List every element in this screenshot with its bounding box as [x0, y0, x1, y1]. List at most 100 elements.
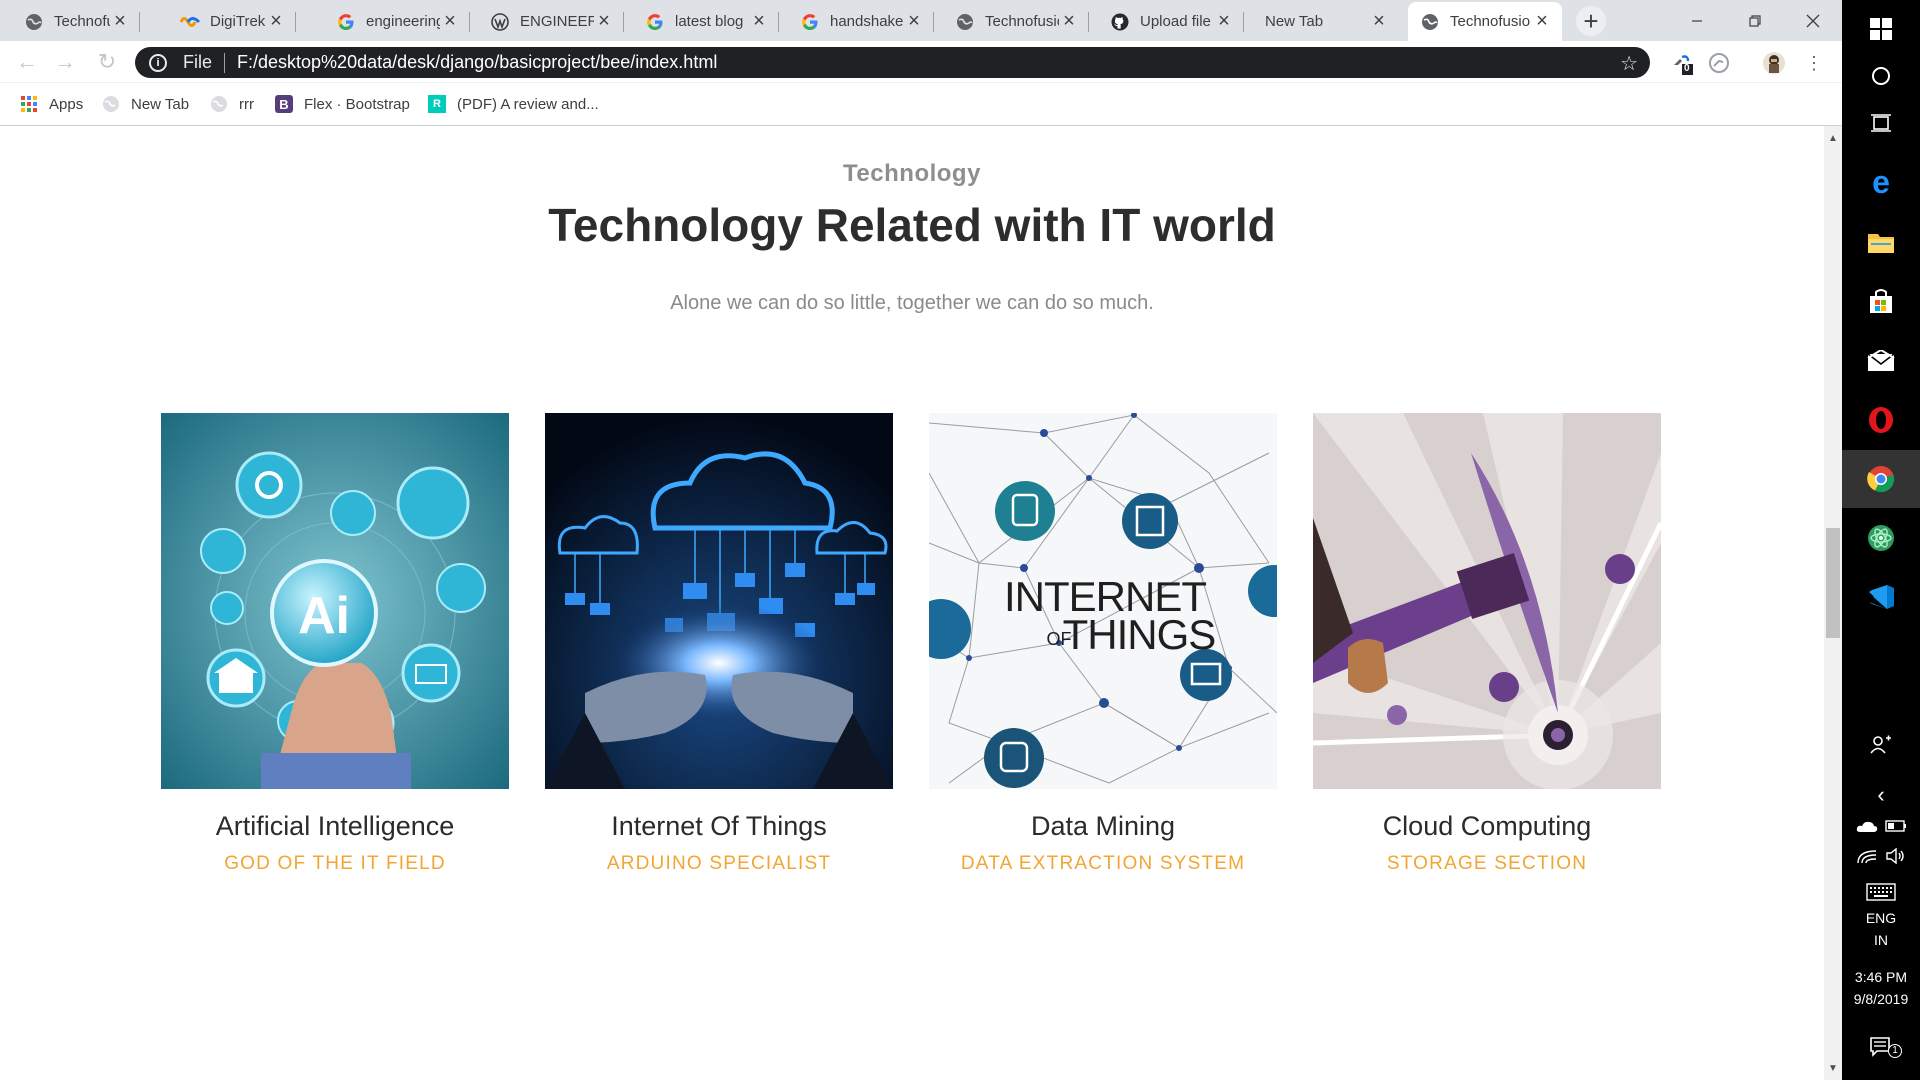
extension-2-button[interactable] — [1705, 49, 1733, 77]
close-icon[interactable]: × — [594, 10, 614, 32]
extension-button[interactable]: 0 — [1668, 49, 1696, 77]
taskbar-chrome[interactable] — [1842, 450, 1920, 508]
wordpress-icon — [490, 12, 510, 32]
scroll-down-icon[interactable]: ▼ — [1828, 1064, 1838, 1074]
cortana-icon — [1872, 67, 1890, 85]
tab-technofusion-active[interactable]: Technofusio × — [1408, 2, 1562, 41]
taskbar-file-explorer[interactable] — [1842, 213, 1920, 271]
input-language-line2[interactable]: IN — [1842, 930, 1920, 951]
address-divider — [224, 52, 226, 73]
close-icon[interactable]: × — [749, 10, 769, 32]
tab-technofusion-1[interactable]: Technofusion × — [12, 2, 140, 41]
close-icon[interactable]: × — [1059, 10, 1079, 32]
tab-title: handshake — [830, 13, 904, 30]
taskbar-vscode[interactable] — [1842, 568, 1920, 626]
ai-badge-text: Ai — [298, 587, 350, 645]
card-cloud-computing[interactable]: Cloud Computing STORAGE SECTION — [1313, 413, 1661, 875]
taskbar-edge[interactable]: e — [1842, 154, 1920, 212]
avatar — [1763, 52, 1785, 74]
tab-handshake[interactable]: handshake × — [788, 2, 934, 41]
tab-upload-file[interactable]: Upload file × — [1098, 2, 1244, 41]
volume-icon[interactable] — [1885, 848, 1906, 864]
profile-avatar[interactable] — [1760, 49, 1788, 77]
bookmark-star-icon[interactable]: ☆ — [1620, 51, 1638, 76]
tab-strip: Technofusion × DigiTrek - A × engineerin… — [0, 0, 1842, 41]
vscode-icon — [1869, 585, 1894, 609]
tab-title: ENGINEERI — [520, 13, 594, 30]
forward-button[interactable]: → — [50, 47, 80, 77]
globe-icon — [955, 12, 975, 32]
iot-text-line2: THINGS — [1063, 611, 1216, 658]
tab-latest-blog[interactable]: latest blog × — [633, 2, 779, 41]
mail-icon — [1867, 350, 1895, 371]
digitrek-icon — [180, 12, 200, 32]
scroll-up-icon[interactable]: ▲ — [1828, 134, 1838, 144]
tab-new-tab[interactable]: New Tab × — [1253, 2, 1399, 41]
battery-icon[interactable] — [1884, 820, 1907, 832]
google-icon — [645, 12, 665, 32]
new-tab-button[interactable]: + — [1576, 6, 1606, 36]
card-artificial-intelligence[interactable]: Ai Artificial Intelligence GOD OF THE IT… — [161, 413, 509, 875]
scrollbar-thumb[interactable] — [1826, 528, 1840, 638]
bookmark-rrr[interactable]: rrr — [210, 93, 254, 115]
tab-title: DigiTrek - A — [210, 13, 266, 30]
tab-separator — [469, 12, 470, 32]
taskbar-mail[interactable] — [1842, 332, 1920, 390]
browser-menu-button[interactable]: ⋮ — [1800, 49, 1828, 77]
bookmark-new-tab[interactable]: New Tab — [102, 93, 189, 115]
address-bar[interactable]: i File F:/desktop%20data/desk/django/bas… — [135, 47, 1650, 78]
card-title: Internet Of Things — [611, 811, 827, 841]
edge-icon: e — [1872, 169, 1890, 197]
bootstrap-icon: B — [275, 95, 293, 113]
minimize-button[interactable] — [1668, 0, 1726, 41]
pickaxe-image — [1313, 413, 1661, 789]
clock-date[interactable]: 9/8/2019 — [1842, 989, 1920, 1010]
action-center-button[interactable]: 1 — [1842, 1022, 1920, 1072]
close-icon[interactable]: × — [904, 10, 924, 32]
bookmark-label: Apps — [49, 95, 84, 113]
reload-button[interactable]: ↻ — [92, 47, 122, 77]
taskbar-opera[interactable] — [1842, 391, 1920, 449]
close-icon[interactable]: × — [266, 10, 286, 32]
tab-engineeri[interactable]: ENGINEERI × — [478, 2, 624, 41]
close-icon[interactable]: × — [1369, 10, 1389, 32]
taskbar-store[interactable] — [1842, 272, 1920, 330]
people-button[interactable] — [1842, 724, 1920, 764]
bookmark-pdf-review[interactable]: R (PDF) A review and... — [428, 93, 599, 115]
touch-keyboard-button[interactable] — [1842, 872, 1920, 912]
tab-separator — [933, 12, 934, 32]
bookmark-apps[interactable]: Apps — [20, 93, 83, 115]
tab-technofusion-2[interactable]: Technofusio × — [943, 2, 1089, 41]
atom-icon — [1868, 525, 1894, 551]
extension-icon — [1674, 55, 1693, 75]
wifi-icon[interactable] — [1856, 848, 1877, 864]
onedrive-icon[interactable] — [1856, 819, 1878, 833]
bookmark-flex-bootstrap[interactable]: B Flex · Bootstrap — [275, 93, 410, 115]
taskbar-atom[interactable] — [1842, 509, 1920, 567]
restore-icon — [1749, 14, 1761, 27]
tab-title: engineering — [366, 13, 440, 30]
info-icon[interactable]: i — [149, 53, 167, 72]
input-language-line1[interactable]: ENG — [1842, 908, 1920, 929]
clock-time[interactable]: 3:46 PM — [1842, 967, 1920, 988]
close-icon[interactable]: × — [440, 10, 460, 32]
tab-engineering[interactable]: engineering × — [324, 2, 470, 41]
page-scrollbar[interactable]: ▲ ▼ — [1824, 126, 1842, 1080]
close-icon[interactable]: × — [1214, 10, 1234, 32]
plus-icon: + — [1583, 5, 1599, 36]
card-data-mining[interactable]: INTERNET OF THINGS Data Mining DATA EXTR… — [929, 413, 1277, 875]
close-window-button[interactable] — [1784, 0, 1842, 41]
restore-button[interactable] — [1726, 0, 1784, 41]
close-icon[interactable]: × — [110, 10, 130, 32]
task-view-icon — [1871, 114, 1891, 132]
tab-digitrek[interactable]: DigiTrek - A × — [168, 2, 296, 41]
opera-icon — [1869, 407, 1893, 433]
back-button[interactable]: ← — [12, 47, 42, 77]
bookmark-label: New Tab — [131, 95, 190, 113]
ai-image: Ai — [161, 413, 509, 789]
close-icon[interactable]: × — [1532, 10, 1552, 32]
card-internet-of-things[interactable]: Internet Of Things ARDUINO SPECIALIST — [545, 413, 893, 875]
address-url[interactable]: F:/desktop%20data/desk/django/basicproje… — [237, 52, 717, 73]
chevron-left-icon: ‹ — [1877, 782, 1885, 807]
task-view-button[interactable] — [1842, 94, 1920, 152]
